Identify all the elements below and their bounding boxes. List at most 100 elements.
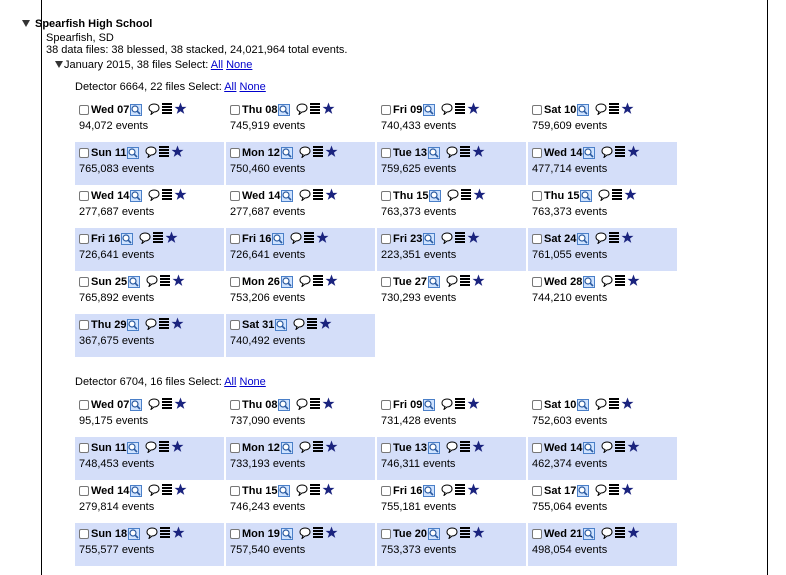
star-icon[interactable] [472, 274, 485, 290]
magnifier-icon[interactable] [127, 528, 141, 541]
magnifier-icon[interactable] [126, 442, 140, 455]
file-select-checkbox[interactable] [230, 443, 240, 453]
magnifier-icon[interactable] [422, 485, 436, 498]
stack-icon[interactable] [161, 483, 173, 499]
comment-icon[interactable] [145, 145, 157, 161]
star-icon[interactable] [325, 188, 338, 204]
stack-icon[interactable] [608, 483, 620, 499]
stack-icon[interactable] [159, 526, 171, 542]
comment-icon[interactable] [601, 440, 613, 456]
comment-icon[interactable] [299, 440, 311, 456]
comment-icon[interactable] [441, 483, 453, 499]
magnifier-icon[interactable] [120, 233, 134, 246]
month-select-all-link[interactable]: All [211, 59, 223, 71]
magnifier-icon[interactable] [271, 233, 285, 246]
magnifier-icon[interactable] [576, 399, 590, 412]
file-select-checkbox[interactable] [230, 234, 240, 244]
star-icon[interactable] [621, 483, 634, 499]
file-select-checkbox[interactable] [230, 105, 240, 115]
magnifier-icon[interactable] [280, 147, 293, 160]
star-icon[interactable] [165, 231, 178, 247]
star-icon[interactable] [627, 274, 640, 290]
star-icon[interactable] [325, 526, 338, 542]
stack-icon[interactable] [158, 440, 170, 456]
detector-select-all-link[interactable]: All [224, 376, 236, 388]
file-select-checkbox[interactable] [230, 400, 240, 410]
magnifier-icon[interactable] [274, 319, 288, 332]
comment-icon[interactable] [299, 188, 311, 204]
magnifier-icon[interactable] [582, 442, 596, 455]
star-icon[interactable] [174, 397, 187, 413]
magnifier-icon[interactable] [582, 147, 596, 160]
file-select-checkbox[interactable] [381, 191, 391, 201]
file-select-checkbox[interactable] [381, 105, 391, 115]
file-select-checkbox[interactable] [532, 529, 542, 539]
comment-icon[interactable] [139, 231, 151, 247]
star-icon[interactable] [322, 397, 335, 413]
star-icon[interactable] [316, 231, 329, 247]
stack-icon[interactable] [614, 526, 626, 542]
magnifier-icon[interactable] [422, 399, 436, 412]
magnifier-icon[interactable] [280, 276, 293, 289]
comment-icon[interactable] [598, 188, 610, 204]
stack-icon[interactable] [158, 145, 170, 161]
comment-icon[interactable] [148, 483, 160, 499]
magnifier-icon[interactable] [280, 442, 293, 455]
magnifier-icon[interactable] [422, 104, 436, 117]
star-icon[interactable] [172, 526, 185, 542]
stack-icon[interactable] [309, 102, 321, 118]
comment-icon[interactable] [145, 317, 157, 333]
star-icon[interactable] [319, 317, 332, 333]
stack-icon[interactable] [611, 188, 623, 204]
stack-icon[interactable] [454, 102, 466, 118]
comment-icon[interactable] [601, 274, 613, 290]
magnifier-icon[interactable] [129, 190, 143, 203]
star-icon[interactable] [472, 440, 485, 456]
stack-icon[interactable] [614, 274, 626, 290]
file-select-checkbox[interactable] [230, 486, 240, 496]
magnifier-icon[interactable] [582, 276, 596, 289]
comment-icon[interactable] [595, 483, 607, 499]
stack-icon[interactable] [309, 483, 321, 499]
file-select-checkbox[interactable] [532, 277, 542, 287]
stack-icon[interactable] [614, 440, 626, 456]
star-icon[interactable] [624, 188, 637, 204]
comment-icon[interactable] [595, 102, 607, 118]
stack-icon[interactable] [152, 231, 164, 247]
star-icon[interactable] [621, 397, 634, 413]
star-icon[interactable] [322, 102, 335, 118]
stack-icon[interactable] [312, 274, 324, 290]
file-select-checkbox[interactable] [532, 400, 542, 410]
comment-icon[interactable] [447, 188, 459, 204]
comment-icon[interactable] [441, 231, 453, 247]
comment-icon[interactable] [299, 145, 311, 161]
file-select-checkbox[interactable] [230, 320, 240, 330]
star-icon[interactable] [467, 397, 480, 413]
magnifier-icon[interactable] [277, 104, 291, 117]
file-select-checkbox[interactable] [381, 529, 391, 539]
file-select-checkbox[interactable] [230, 277, 240, 287]
stack-icon[interactable] [158, 317, 170, 333]
magnifier-icon[interactable] [576, 485, 590, 498]
comment-icon[interactable] [146, 526, 158, 542]
magnifier-icon[interactable] [129, 104, 143, 117]
star-icon[interactable] [467, 231, 480, 247]
file-select-checkbox[interactable] [532, 105, 542, 115]
comment-icon[interactable] [290, 231, 302, 247]
month-select-none-link[interactable]: None [226, 59, 252, 71]
stack-icon[interactable] [161, 397, 173, 413]
comment-icon[interactable] [296, 483, 308, 499]
file-select-checkbox[interactable] [79, 443, 89, 453]
stack-icon[interactable] [312, 145, 324, 161]
comment-icon[interactable] [145, 440, 157, 456]
magnifier-icon[interactable] [280, 528, 293, 541]
magnifier-icon[interactable] [277, 399, 291, 412]
comment-icon[interactable] [299, 526, 311, 542]
file-select-checkbox[interactable] [79, 277, 89, 287]
collapse-triangle-icon[interactable] [55, 60, 63, 68]
comment-icon[interactable] [446, 440, 458, 456]
comment-icon[interactable] [446, 145, 458, 161]
file-select-checkbox[interactable] [532, 191, 542, 201]
star-icon[interactable] [171, 145, 184, 161]
file-select-checkbox[interactable] [79, 105, 89, 115]
